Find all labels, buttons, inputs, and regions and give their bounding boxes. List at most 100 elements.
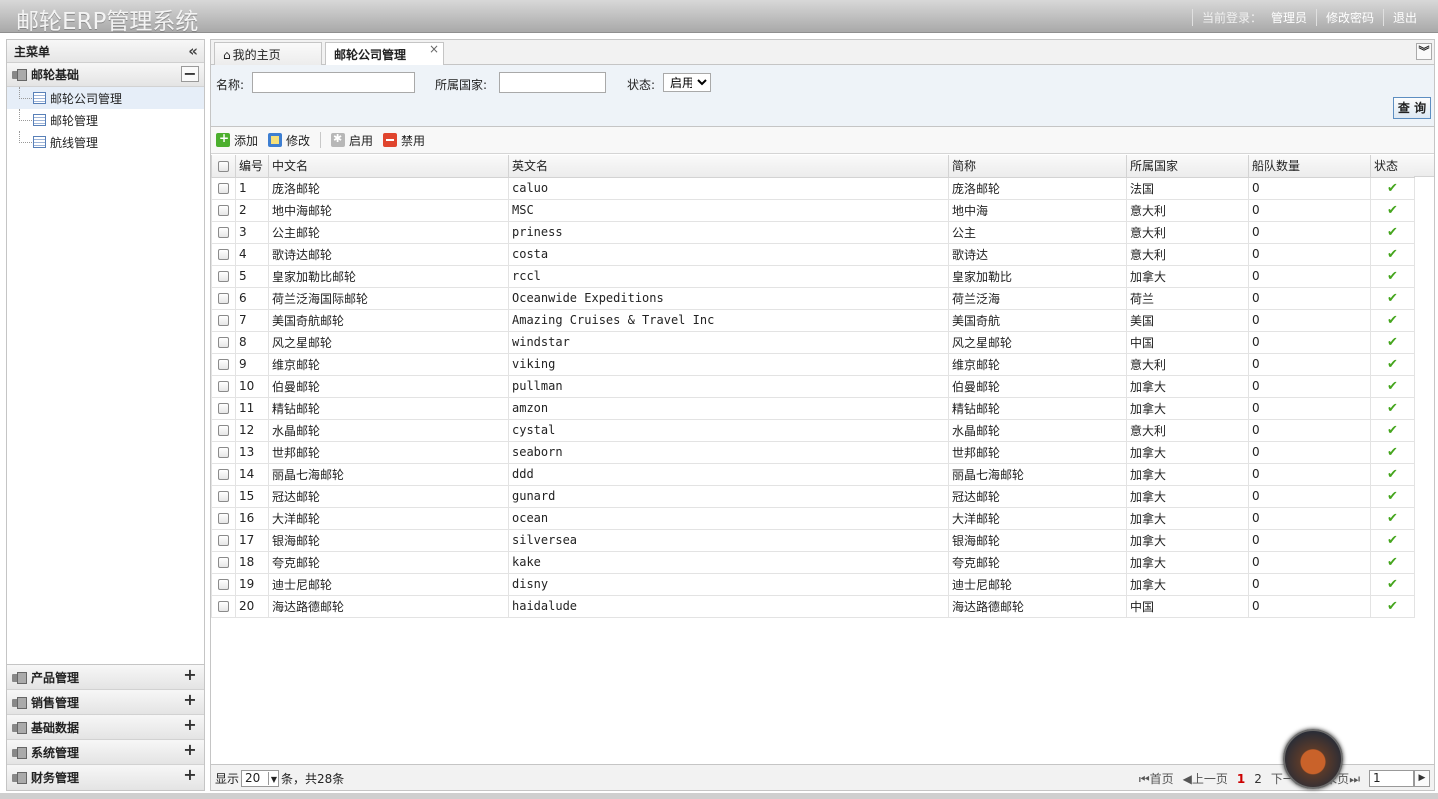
status-select[interactable]: 启用 xyxy=(663,73,711,92)
collapse-sidebar-icon[interactable]: « xyxy=(188,42,198,60)
tab-menu-chevron-icon[interactable]: ︾ xyxy=(1416,43,1432,60)
edit-button[interactable]: 修改 xyxy=(268,132,310,149)
sidebar-group-base-data[interactable]: 基础数据 + xyxy=(7,715,204,740)
row-checkbox[interactable] xyxy=(218,381,229,392)
row-checkbox[interactable] xyxy=(218,337,229,348)
row-checkbox[interactable] xyxy=(218,535,229,546)
expand-group-icon[interactable]: + xyxy=(181,717,199,734)
expand-group-icon[interactable]: + xyxy=(181,692,199,709)
row-checkbox-cell[interactable] xyxy=(211,176,236,200)
column-header-chinese-name[interactable]: 中文名 xyxy=(268,155,509,178)
logout-link[interactable]: 退出 xyxy=(1382,9,1426,26)
row-checkbox-cell[interactable] xyxy=(211,286,236,310)
row-checkbox-cell[interactable] xyxy=(211,594,236,618)
table-row[interactable]: 5 皇家加勒比邮轮 rccl 皇家加勒比 加拿大 0 ✔ xyxy=(211,264,1415,288)
name-input[interactable] xyxy=(252,72,415,93)
row-checkbox[interactable] xyxy=(218,557,229,568)
column-header-country[interactable]: 所属国家 xyxy=(1126,155,1249,178)
login-user[interactable]: 管理员 xyxy=(1271,9,1316,26)
row-checkbox-cell[interactable] xyxy=(211,264,236,288)
sidebar-item-cruise-company[interactable]: 邮轮公司管理 xyxy=(7,87,204,109)
table-row[interactable]: 8 风之星邮轮 windstar 风之星邮轮 中国 0 ✔ xyxy=(211,330,1415,354)
table-row[interactable]: 15 冠达邮轮 gunard 冠达邮轮 加拿大 0 ✔ xyxy=(211,484,1415,508)
page-jump-input[interactable]: 1 xyxy=(1369,770,1414,787)
column-header-status[interactable]: 状态 xyxy=(1370,155,1415,178)
close-tab-icon[interactable]: × xyxy=(429,42,439,56)
sidebar-item-cruise-ship[interactable]: 邮轮管理 xyxy=(7,109,204,131)
sidebar-group-product[interactable]: 产品管理 + xyxy=(7,665,204,690)
flame-badge-icon[interactable] xyxy=(1283,729,1343,789)
sidebar-group-cruise-basics[interactable]: 邮轮基础 − xyxy=(7,63,204,87)
table-row[interactable]: 9 维京邮轮 viking 维京邮轮 意大利 0 ✔ xyxy=(211,352,1415,376)
row-checkbox-cell[interactable] xyxy=(211,418,236,442)
row-checkbox-cell[interactable] xyxy=(211,506,236,530)
page-number-current[interactable]: 1 xyxy=(1237,772,1245,786)
expand-group-icon[interactable]: + xyxy=(181,767,199,784)
tab-home[interactable]: ⌂ 我的主页 xyxy=(214,42,322,65)
table-row[interactable]: 17 银海邮轮 silversea 银海邮轮 加拿大 0 ✔ xyxy=(211,528,1415,552)
table-row[interactable]: 12 水晶邮轮 cystal 水晶邮轮 意大利 0 ✔ xyxy=(211,418,1415,442)
country-input[interactable] xyxy=(499,72,606,93)
row-checkbox[interactable] xyxy=(218,293,229,304)
row-checkbox-cell[interactable] xyxy=(211,440,236,464)
add-button[interactable]: 添加 xyxy=(216,131,258,149)
table-row[interactable]: 18 夸克邮轮 kake 夸克邮轮 加拿大 0 ✔ xyxy=(211,550,1415,574)
sidebar-group-system[interactable]: 系统管理 + xyxy=(7,740,204,765)
row-checkbox-cell[interactable] xyxy=(211,242,236,266)
table-row[interactable]: 2 地中海邮轮 MSC 地中海 意大利 0 ✔ xyxy=(211,198,1415,222)
column-header-english-name[interactable]: 英文名 xyxy=(508,155,949,178)
sidebar-group-finance[interactable]: 财务管理 + xyxy=(7,765,204,790)
page-size-select[interactable]: 20 xyxy=(241,770,280,787)
row-checkbox[interactable] xyxy=(218,359,229,370)
row-checkbox-cell[interactable] xyxy=(211,330,236,354)
row-checkbox-cell[interactable] xyxy=(211,396,236,420)
table-row[interactable]: 16 大洋邮轮 ocean 大洋邮轮 加拿大 0 ✔ xyxy=(211,506,1415,530)
table-row[interactable]: 14 丽晶七海邮轮 ddd 丽晶七海邮轮 加拿大 0 ✔ xyxy=(211,462,1415,486)
disable-button[interactable]: 禁用 xyxy=(383,132,425,149)
expand-group-icon[interactable]: + xyxy=(181,667,199,684)
row-checkbox[interactable] xyxy=(218,205,229,216)
row-checkbox-cell[interactable] xyxy=(211,220,236,244)
sidebar-group-sales[interactable]: 销售管理 + xyxy=(7,690,204,715)
row-checkbox[interactable] xyxy=(218,513,229,524)
row-checkbox-cell[interactable] xyxy=(211,550,236,574)
table-row[interactable]: 19 迪士尼邮轮 disny 迪士尼邮轮 加拿大 0 ✔ xyxy=(211,572,1415,596)
row-checkbox-cell[interactable] xyxy=(211,528,236,552)
table-row[interactable]: 11 精钻邮轮 amzon 精钻邮轮 加拿大 0 ✔ xyxy=(211,396,1415,420)
row-checkbox[interactable] xyxy=(218,227,229,238)
row-checkbox[interactable] xyxy=(218,403,229,414)
enable-button[interactable]: 启用 xyxy=(331,132,373,149)
tab-cruise-company[interactable]: 邮轮公司管理 × xyxy=(325,42,444,66)
table-row[interactable]: 7 美国奇航邮轮 Amazing Cruises & Travel Inc 美国奇航美… xyxy=(211,308,1415,332)
row-checkbox-cell[interactable] xyxy=(211,308,236,332)
row-checkbox[interactable] xyxy=(218,491,229,502)
row-checkbox[interactable] xyxy=(218,183,229,194)
collapse-group-icon[interactable]: − xyxy=(181,66,199,82)
table-row[interactable]: 13 世邦邮轮 seaborn 世邦邮轮 加拿大 0 ✔ xyxy=(211,440,1415,464)
first-page-button[interactable]: ⏮首页 xyxy=(1139,770,1174,787)
column-header-id[interactable]: 编号 xyxy=(235,155,269,178)
row-checkbox[interactable] xyxy=(218,601,229,612)
row-checkbox-cell[interactable] xyxy=(211,374,236,398)
column-header-fleet-count[interactable]: 船队数量 xyxy=(1248,155,1371,178)
row-checkbox-cell[interactable] xyxy=(211,198,236,222)
page-number[interactable]: 2 xyxy=(1254,772,1262,786)
table-row[interactable]: 20 海达路德邮轮 haidalude 海达路德邮轮 中国 0 ✔ xyxy=(211,594,1415,618)
table-row[interactable]: 3 公主邮轮 priness 公主 意大利 0 ✔ xyxy=(211,220,1415,244)
select-all-checkbox[interactable] xyxy=(211,155,236,178)
row-checkbox[interactable] xyxy=(218,469,229,480)
row-checkbox-cell[interactable] xyxy=(211,484,236,508)
row-checkbox[interactable] xyxy=(218,425,229,436)
column-header-short-name[interactable]: 简称 xyxy=(948,155,1127,178)
row-checkbox-cell[interactable] xyxy=(211,572,236,596)
row-checkbox[interactable] xyxy=(218,315,229,326)
row-checkbox[interactable] xyxy=(218,447,229,458)
row-checkbox[interactable] xyxy=(218,579,229,590)
search-button[interactable]: 查 询 xyxy=(1393,97,1431,119)
change-password-link[interactable]: 修改密码 xyxy=(1315,9,1383,26)
page-jump-go-icon[interactable]: ▶ xyxy=(1414,770,1430,787)
sidebar-item-route[interactable]: 航线管理 xyxy=(7,131,204,153)
table-row[interactable]: 10 伯曼邮轮 pullman 伯曼邮轮 加拿大 0 ✔ xyxy=(211,374,1415,398)
checkbox[interactable] xyxy=(218,160,229,172)
table-row[interactable]: 6 荷兰泛海国际邮轮 Oceanwide Expeditions 荷兰泛海 荷兰 0 ✔ xyxy=(211,286,1415,310)
